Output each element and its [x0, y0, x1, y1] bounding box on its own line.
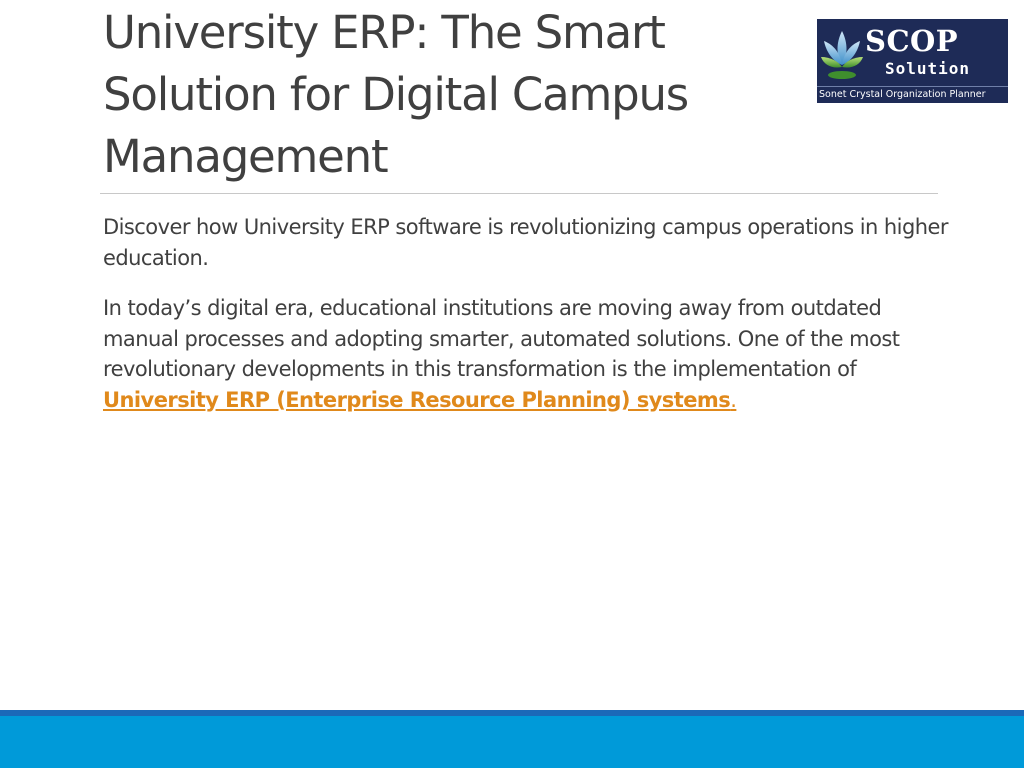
footer-band: [0, 716, 1024, 768]
slide-title: University ERP: The Smart Solution for D…: [103, 6, 689, 183]
title-divider: [100, 193, 938, 194]
intro-paragraph: Discover how University ERP software is …: [103, 215, 949, 270]
slide-body: Discover how University ERP software is …: [103, 212, 949, 435]
logo-tagline: Sonet Crystal Organization Planner: [817, 86, 1008, 103]
main-paragraph: In today’s digital era, educational inst…: [103, 293, 948, 415]
logo-name: SCOP: [865, 24, 959, 58]
slide: University ERP: The Smart Solution for D…: [0, 0, 1024, 768]
lotus-icon: [821, 31, 863, 79]
logo-subtitle: Solution: [885, 59, 971, 78]
scop-logo: SCOP Solution Sonet Crystal Organization…: [817, 19, 1008, 103]
university-erp-link[interactable]: University ERP (Enterprise Resource Plan…: [103, 388, 731, 412]
main-paragraph-text: In today’s digital era, educational inst…: [103, 296, 900, 381]
link-trailing-period: .: [730, 387, 737, 412]
